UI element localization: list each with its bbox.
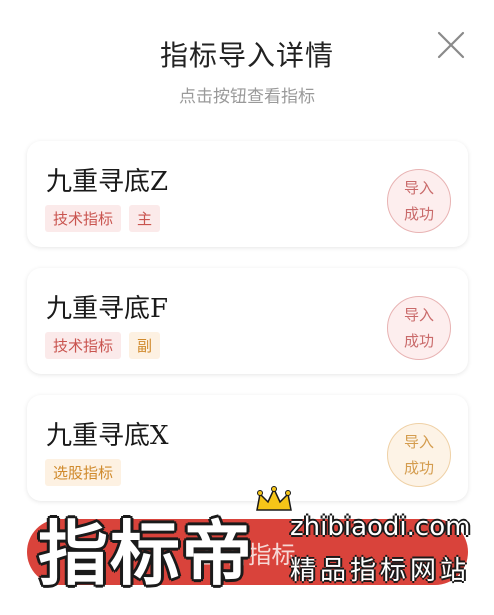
close-icon	[437, 31, 465, 59]
indicator-type-tag: 选股指标	[45, 459, 122, 486]
indicator-name: 九重寻底F	[46, 294, 169, 324]
indicator-tags: 技术指标 副	[45, 332, 161, 359]
indicator-card[interactable]: 九重寻底Z 技术指标 主 导入 成功	[27, 141, 468, 247]
import-details-dialog: 指标导入详情 点击按钮查看指标 九重寻底Z 技术指标 主 导入 成功 九重寻底F…	[0, 0, 494, 615]
indicator-name: 九重寻底X	[46, 421, 169, 451]
indicator-card[interactable]: 九重寻底X 选股指标 导入 成功	[27, 395, 468, 501]
status-line-1: 导入	[403, 179, 434, 197]
dialog-subtitle: 点击按钮查看指标	[179, 87, 315, 107]
indicator-name: 九重寻底Z	[46, 167, 169, 197]
indicator-tags: 技术指标 主	[45, 205, 161, 232]
indicator-type-tag: 技术指标	[45, 332, 122, 359]
dialog-title: 指标导入详情	[159, 39, 334, 72]
import-status-badge: 导入 成功	[387, 169, 451, 233]
status-line-2: 成功	[403, 332, 434, 350]
import-status-badge: 导入 成功	[387, 423, 451, 487]
status-line-1: 导入	[403, 306, 434, 324]
import-status-badge: 导入 成功	[387, 296, 451, 360]
status-line-2: 成功	[403, 459, 434, 477]
indicator-type-tag: 技术指标	[45, 205, 122, 232]
indicator-tags: 选股指标	[45, 459, 122, 486]
status-line-1: 导入	[403, 433, 434, 451]
indicator-card[interactable]: 九重寻底F 技术指标 副 导入 成功	[27, 268, 468, 374]
indicator-chart-tag: 副	[129, 332, 161, 359]
close-button[interactable]	[436, 30, 466, 60]
status-line-2: 成功	[403, 205, 434, 223]
view-indicators-button[interactable]: 查看指标	[27, 519, 468, 585]
indicator-chart-tag: 主	[129, 205, 161, 232]
